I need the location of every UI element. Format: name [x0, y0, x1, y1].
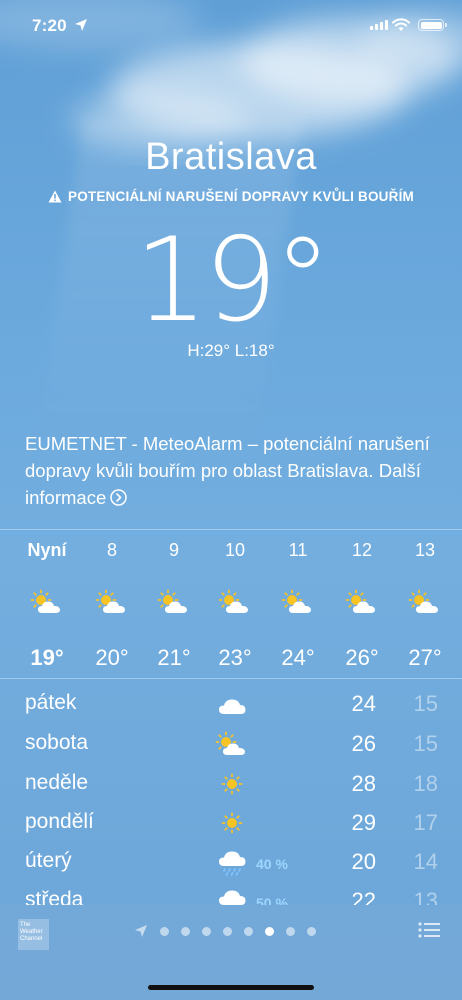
day-name: úterý — [25, 849, 72, 872]
hour-label: 9 — [168, 540, 179, 560]
day-low: 13 — [413, 888, 438, 905]
page-dot — [244, 926, 253, 936]
day-name: středa — [25, 888, 84, 905]
page-dot — [202, 926, 211, 936]
hourly-item: 8 20° — [82, 540, 142, 671]
page-dot — [181, 926, 190, 936]
home-indicator[interactable] — [148, 985, 314, 990]
partly-sunny-icon — [30, 588, 64, 616]
bottom-toolbar: The Weather Channel — [0, 905, 462, 1000]
divider — [0, 678, 462, 679]
page-dot — [286, 926, 295, 936]
day-high: 24 — [351, 691, 376, 716]
day-low: 17 — [413, 810, 438, 835]
daily-row: středa 50 % 22 13 — [0, 882, 462, 905]
weather-channel-logo[interactable]: The Weather Channel — [18, 919, 49, 950]
hour-label: 10 — [224, 540, 246, 560]
day-low: 18 — [413, 771, 438, 796]
severe-weather-alert[interactable]: POTENCIÁLNÍ NARUŠENÍ DOPRAVY KVŮLI BOUŘÍ… — [0, 189, 462, 204]
alert-text: POTENCIÁLNÍ NARUŠENÍ DOPRAVY KVŮLI BOUŘÍ… — [68, 189, 414, 204]
hour-label: Nyní — [27, 540, 67, 560]
page-dot — [160, 926, 169, 936]
daily-row: pondělí 29 17 — [0, 804, 462, 844]
hour-temp: 24° — [281, 645, 315, 670]
page-dot — [307, 926, 316, 936]
hour-temp: 19° — [30, 645, 64, 670]
partly-sunny-icon — [408, 588, 442, 616]
day-name: pátek — [25, 691, 77, 714]
hour-label: 13 — [414, 540, 436, 560]
hour-label: 8 — [106, 540, 117, 560]
partly-sunny-icon — [218, 588, 252, 616]
hour-temp: 23° — [218, 645, 252, 670]
day-name: sobota — [25, 731, 89, 754]
hour-temp: 26° — [345, 645, 379, 670]
daily-row: úterý 40 % 20 14 — [0, 843, 462, 883]
chevron-circle-right-icon — [110, 489, 127, 506]
partly-sunny-icon — [95, 588, 129, 616]
daily-row: neděle 28 18 — [0, 765, 462, 805]
warning-icon — [48, 190, 62, 203]
current-temperature: 19° — [134, 213, 332, 348]
page-dot-active — [265, 926, 274, 936]
hourly-item: 13 27° — [395, 540, 455, 671]
hourly-item: 11 24° — [268, 540, 328, 671]
high-low-temperature: H:29° L:18° — [187, 341, 275, 360]
hour-temp: 27° — [408, 645, 442, 670]
day-high: 29 — [351, 810, 376, 835]
precip-chance: 40 % — [256, 856, 288, 872]
partly-sunny-icon — [215, 730, 249, 758]
partly-sunny-icon — [281, 588, 315, 616]
cellular-signal-icon — [370, 20, 388, 30]
rain-cloud-icon — [218, 889, 247, 905]
alert-description-text: EUMETNET - MeteoAlarm – potenciální naru… — [25, 433, 430, 481]
wifi-icon — [392, 18, 410, 31]
list-icon[interactable] — [418, 921, 440, 939]
city-name: Bratislava — [145, 136, 317, 178]
hour-temp: 21° — [157, 645, 191, 670]
partly-sunny-icon — [345, 588, 379, 616]
day-high: 20 — [351, 849, 376, 874]
rain-cloud-icon — [218, 850, 247, 876]
daily-row: sobota 26 15 — [0, 725, 462, 765]
alert-description: EUMETNET - MeteoAlarm – potenciální naru… — [25, 430, 445, 511]
day-low: 15 — [413, 731, 438, 756]
hourly-item: Nyní 19° — [17, 540, 77, 671]
hourly-item: 9 21° — [144, 540, 204, 671]
sun-icon — [215, 770, 249, 798]
divider — [0, 529, 462, 530]
day-name: pondělí — [25, 810, 94, 833]
day-high: 28 — [351, 771, 376, 796]
location-arrow-icon — [135, 925, 147, 937]
sun-icon — [215, 809, 249, 837]
daily-forecast[interactable]: pátek 24 15 sobota 26 15 neděle 28 18 po… — [0, 683, 462, 905]
day-name: neděle — [25, 771, 89, 794]
hour-temp: 20° — [95, 645, 129, 670]
status-bar: 7:20 — [0, 0, 462, 54]
cloud-icon — [219, 699, 246, 714]
day-high: 26 — [351, 731, 376, 756]
page-indicator[interactable] — [134, 924, 316, 938]
hourly-forecast[interactable]: Nyní 19° 8 20° 9 21° 10 23° 11 24° 12 26… — [0, 540, 462, 672]
daily-row: pátek 24 15 — [0, 685, 462, 725]
hour-label: 12 — [351, 540, 373, 560]
day-low: 15 — [413, 691, 438, 716]
battery-icon — [418, 19, 447, 31]
day-low: 14 — [413, 849, 438, 874]
location-arrow-icon — [75, 19, 87, 31]
day-high: 22 — [351, 888, 376, 905]
page-dot — [223, 926, 232, 936]
hourly-item: 12 26° — [332, 540, 392, 671]
precip-chance: 50 % — [256, 895, 288, 905]
hour-label: 11 — [288, 540, 308, 560]
partly-sunny-icon — [157, 588, 191, 616]
hourly-item: 10 23° — [205, 540, 265, 671]
clock: 7:20 — [32, 16, 67, 35]
